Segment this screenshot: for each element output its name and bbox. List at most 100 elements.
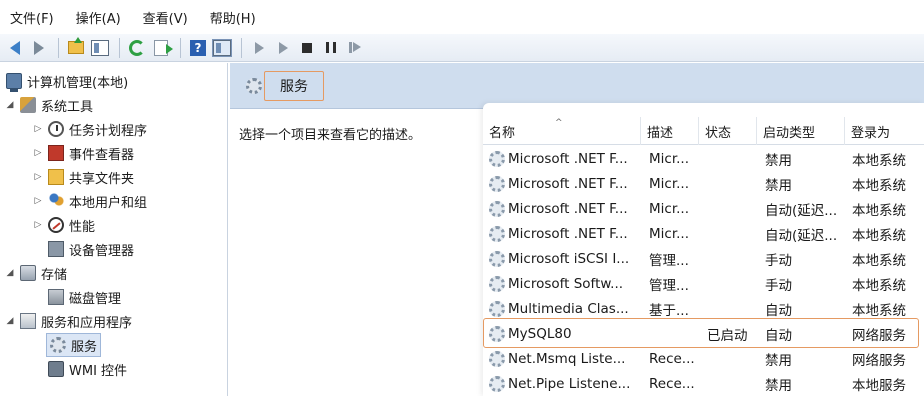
table-row[interactable]: Microsoft Softw... 管理... 手动 本地系统 bbox=[483, 271, 924, 296]
sort-ascending-icon: ^ bbox=[555, 118, 563, 128]
performance-gauge-icon bbox=[48, 217, 64, 233]
service-name: Microsoft .NET F... bbox=[508, 225, 628, 242]
toolbar-separator bbox=[241, 37, 242, 58]
computer-management-icon bbox=[6, 73, 22, 92]
service-name: Microsoft .NET F... bbox=[508, 200, 628, 217]
start-service-button[interactable] bbox=[248, 37, 270, 59]
tree-item-event-viewer[interactable]: ▷ 事件查看器 bbox=[32, 141, 134, 165]
expand-arrow-icon[interactable]: ▷ bbox=[32, 148, 44, 158]
users-icon bbox=[48, 193, 64, 209]
service-startup-type: 禁用 bbox=[765, 177, 792, 194]
toolbar-separator bbox=[58, 37, 59, 58]
table-row[interactable]: Net.Msmq Liste... Rece... 禁用 网络服务 bbox=[483, 346, 924, 371]
tree-item-services[interactable]: 服务 bbox=[46, 333, 102, 357]
menu-action[interactable]: 操作(A) bbox=[74, 6, 123, 29]
column-header-startup-type[interactable]: 启动类型 bbox=[757, 117, 845, 145]
service-gear-icon bbox=[489, 175, 505, 192]
service-name: MySQL80 bbox=[508, 325, 572, 342]
service-name-cell: Microsoft Softw... bbox=[489, 271, 639, 296]
page-title: 服务 bbox=[264, 71, 324, 101]
table-row[interactable]: Microsoft .NET F... Micr... 禁用 本地系统 bbox=[483, 171, 924, 196]
menu-view[interactable]: 查看(V) bbox=[141, 6, 190, 29]
column-label: 状态 bbox=[705, 125, 732, 141]
service-startup-type: 禁用 bbox=[765, 152, 792, 169]
service-description: 管理... bbox=[649, 252, 689, 269]
service-gear-icon bbox=[489, 150, 505, 167]
start-service-alt-button[interactable] bbox=[272, 37, 294, 59]
tree-item-services-apps[interactable]: ◢ 服务和应用程序 bbox=[4, 309, 132, 333]
service-logon: 本地系统 bbox=[852, 152, 906, 169]
tree-item-local-users[interactable]: ▷ 本地用户和组 bbox=[32, 189, 147, 213]
tree-item-wmi[interactable]: WMI 控件 bbox=[48, 357, 127, 381]
collapse-arrow-icon[interactable]: ◢ bbox=[4, 316, 16, 326]
toolbar: ? bbox=[0, 34, 924, 62]
tree-item-label: 磁盘管理 bbox=[69, 291, 122, 307]
export-list-button[interactable] bbox=[150, 37, 173, 59]
expand-arrow-icon[interactable]: ▷ bbox=[32, 124, 44, 134]
expand-arrow-icon[interactable]: ▷ bbox=[32, 172, 44, 182]
restart-icon bbox=[349, 42, 361, 53]
tree-item-task-scheduler[interactable]: ▷ 任务计划程序 bbox=[32, 117, 147, 141]
service-name: Microsoft .NET F... bbox=[508, 175, 628, 192]
service-name: Multimedia Clas... bbox=[508, 300, 629, 317]
service-name-cell: Net.Msmq Liste... bbox=[489, 346, 639, 371]
service-name: Microsoft Softw... bbox=[508, 275, 624, 292]
menu-file[interactable]: 文件(F) bbox=[8, 6, 56, 29]
service-name-cell: Microsoft .NET F... bbox=[489, 146, 639, 171]
menu-help[interactable]: 帮助(H) bbox=[208, 6, 258, 29]
tree-item-root[interactable]: 计算机管理(本地) bbox=[6, 69, 128, 93]
service-name: Microsoft .NET F... bbox=[508, 150, 628, 167]
tree-item-label: 事件查看器 bbox=[69, 147, 135, 163]
service-status bbox=[707, 246, 762, 271]
action-pane-button[interactable] bbox=[211, 37, 233, 59]
shared-folder-icon bbox=[48, 169, 64, 185]
service-description: Rece... bbox=[649, 350, 695, 367]
restart-service-button[interactable] bbox=[344, 37, 366, 59]
help-button[interactable]: ? bbox=[187, 37, 209, 59]
tree-item-device-manager[interactable]: 设备管理器 bbox=[48, 237, 134, 261]
service-name-cell: MySQL80 bbox=[489, 321, 639, 346]
table-row[interactable]: Net.Pipe Listene... Rece... 禁用 本地服务 bbox=[483, 371, 924, 396]
expand-arrow-icon[interactable]: ▷ bbox=[32, 220, 44, 230]
system-tools-icon bbox=[20, 97, 36, 113]
service-name: Net.Msmq Liste... bbox=[508, 350, 626, 367]
forward-arrow-icon bbox=[34, 40, 44, 55]
table-row[interactable]: Microsoft .NET F... Micr... 自动(延迟... 本地系… bbox=[483, 221, 924, 246]
service-startup-type: 禁用 bbox=[765, 352, 792, 369]
console-tree: 计算机管理(本地) ◢ 系统工具 ▷ 任务计划程序 ▷ 事件查看器 ▷ 共享文件… bbox=[0, 63, 228, 396]
tree-item-system-tools[interactable]: ◢ 系统工具 bbox=[4, 93, 93, 117]
tree-item-performance[interactable]: ▷ 性能 bbox=[32, 213, 95, 237]
back-button[interactable] bbox=[4, 37, 26, 59]
play-icon bbox=[254, 41, 264, 54]
show-hide-tree-button[interactable] bbox=[89, 37, 111, 59]
tree-item-storage[interactable]: ◢ 存储 bbox=[4, 261, 67, 285]
table-row[interactable]: Microsoft iSCSI I... 管理... 手动 本地系统 bbox=[483, 246, 924, 271]
collapse-arrow-icon[interactable]: ◢ bbox=[4, 100, 16, 110]
folder-up-icon bbox=[68, 37, 84, 54]
tree-item-shared-folders[interactable]: ▷ 共享文件夹 bbox=[32, 165, 134, 189]
pause-service-button[interactable] bbox=[320, 37, 342, 59]
refresh-button[interactable] bbox=[126, 37, 148, 59]
table-row[interactable]: Microsoft .NET F... Micr... 自动(延迟... 本地系… bbox=[483, 196, 924, 221]
expand-arrow-icon[interactable]: ▷ bbox=[32, 196, 44, 206]
tree-item-label: WMI 控件 bbox=[69, 363, 128, 379]
tree-item-label: 系统工具 bbox=[41, 99, 94, 115]
column-header-status[interactable]: 状态 bbox=[699, 117, 757, 145]
service-gear-icon bbox=[489, 200, 505, 217]
table-row-mysql80[interactable]: MySQL80 已启动 自动 网络服务 bbox=[483, 321, 924, 346]
device-manager-icon bbox=[48, 241, 64, 257]
pause-icon bbox=[326, 42, 336, 53]
stop-service-button[interactable] bbox=[296, 37, 318, 59]
column-header-name[interactable]: 名称 ^ bbox=[483, 117, 641, 145]
tree-item-disk-management[interactable]: 磁盘管理 bbox=[48, 285, 121, 309]
up-level-button[interactable] bbox=[65, 37, 87, 59]
service-status bbox=[707, 221, 762, 246]
service-logon: 本地系统 bbox=[852, 202, 906, 219]
table-row[interactable]: Microsoft .NET F... Micr... 禁用 本地系统 bbox=[483, 146, 924, 171]
service-gear-icon bbox=[489, 300, 505, 317]
column-header-logon[interactable]: 登录为 bbox=[845, 117, 924, 145]
column-header-description[interactable]: 描述 bbox=[641, 117, 699, 145]
collapse-arrow-icon[interactable]: ◢ bbox=[4, 268, 16, 278]
forward-button[interactable] bbox=[28, 37, 50, 59]
service-status bbox=[707, 196, 762, 221]
